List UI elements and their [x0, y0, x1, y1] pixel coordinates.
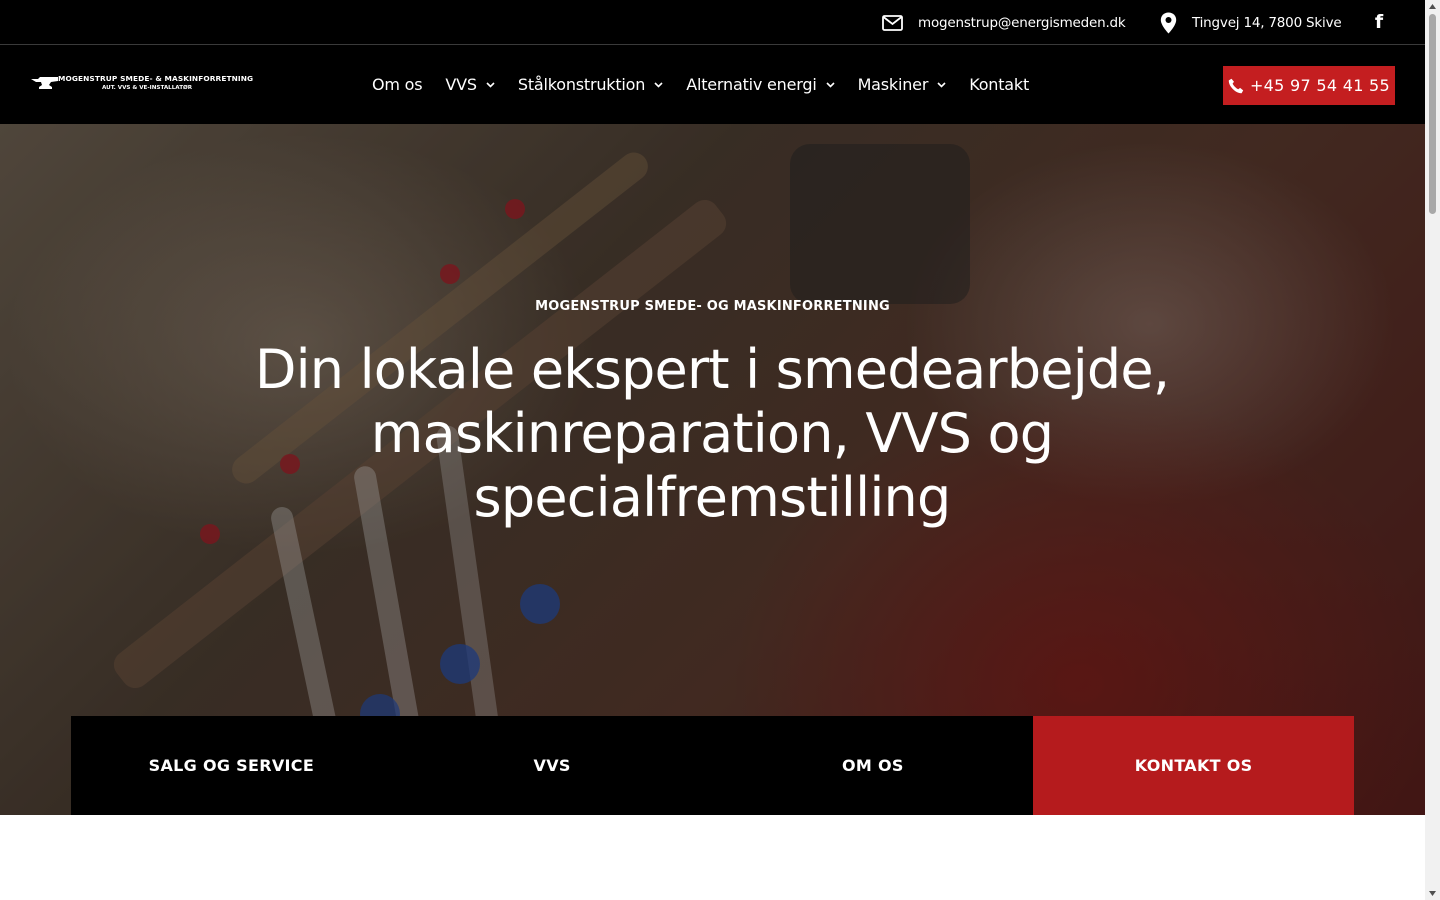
scroll-down-arrow-icon[interactable] [1428, 889, 1437, 898]
nav-om-os[interactable]: Om os [372, 75, 423, 94]
chevron-down-icon[interactable] [486, 81, 495, 88]
envelope-icon [882, 14, 903, 31]
nav-label[interactable]: Maskiner [858, 75, 929, 94]
page-scrollbar[interactable] [1425, 0, 1440, 900]
phone-number[interactable]: +45 97 54 41 55 [1250, 76, 1390, 95]
feature-om-os[interactable]: OM OS [712, 716, 1034, 815]
feature-kontakt-os[interactable]: KONTAKT OS [1033, 716, 1354, 815]
main-navigation: Om os VVS Stålkonstruktion Alternativ en… [372, 45, 1052, 124]
nav-label[interactable]: Stålkonstruktion [518, 75, 646, 94]
logo-tagline: AUT. VVS & VE-INSTALLATØR [102, 85, 193, 91]
hero-headline: Din lokale ekspert i smedearbejde, maski… [212, 338, 1212, 530]
nav-label[interactable]: Kontakt [969, 75, 1029, 94]
hero-section: MOGENSTRUP SMEDE- OG MASKINFORRETNING Di… [0, 124, 1425, 815]
chevron-down-icon[interactable] [654, 81, 663, 88]
topbar-address: Tingvej 14, 7800 Skive [1160, 0, 1342, 45]
anvil-logo-icon [31, 77, 58, 89]
chevron-down-icon[interactable] [937, 81, 946, 88]
nav-vvs[interactable]: VVS [445, 75, 495, 94]
hero-headline-line: specialfremstilling [473, 466, 952, 529]
feature-vvs[interactable]: VVS [391, 716, 713, 815]
nav-maskiner[interactable]: Maskiner [858, 75, 947, 94]
feature-links: SALG OG SERVICE VVS OM OS KONTAKT OS [71, 716, 1354, 815]
nav-kontakt[interactable]: Kontakt [969, 75, 1029, 94]
hero-headline-line: maskinreparation, VVS og [370, 402, 1054, 465]
main-header: MOGENSTRUP SMEDE- & MASKINFORRETNING AUT… [0, 45, 1425, 124]
top-contact-bar: mogenstrup@energismeden.dk Tingvej 14, 7… [0, 0, 1425, 45]
nav-stalkonstruktion[interactable]: Stålkonstruktion [518, 75, 663, 94]
topbar-address-text: Tingvej 14, 7800 Skive [1192, 14, 1342, 31]
map-pin-icon [1160, 12, 1177, 34]
topbar-email[interactable]: mogenstrup@energismeden.dk [882, 0, 1126, 45]
facebook-icon[interactable]: f [1371, 10, 1387, 34]
hero-headline-line: Din lokale ekspert i smedearbejde, [254, 338, 1170, 401]
nav-label[interactable]: Alternativ energi [686, 75, 817, 94]
nav-label[interactable]: Om os [372, 75, 423, 94]
nav-label[interactable]: VVS [445, 75, 477, 94]
scrollbar-thumb[interactable] [1429, 14, 1436, 214]
logo-company-name: MOGENSTRUP SMEDE- & MASKINFORRETNING [58, 74, 254, 83]
nav-alternativ-energi[interactable]: Alternativ energi [686, 75, 835, 94]
chevron-down-icon[interactable] [826, 81, 835, 88]
hero-eyebrow: MOGENSTRUP SMEDE- OG MASKINFORRETNING [535, 299, 890, 314]
phone-icon [1228, 78, 1244, 94]
scroll-up-arrow-icon[interactable] [1428, 2, 1437, 11]
company-logo[interactable]: MOGENSTRUP SMEDE- & MASKINFORRETNING AUT… [30, 72, 253, 98]
feature-salg-og-service[interactable]: SALG OG SERVICE [71, 716, 392, 815]
topbar-email-text[interactable]: mogenstrup@energismeden.dk [918, 15, 1126, 31]
phone-button[interactable]: +45 97 54 41 55 [1223, 66, 1395, 105]
